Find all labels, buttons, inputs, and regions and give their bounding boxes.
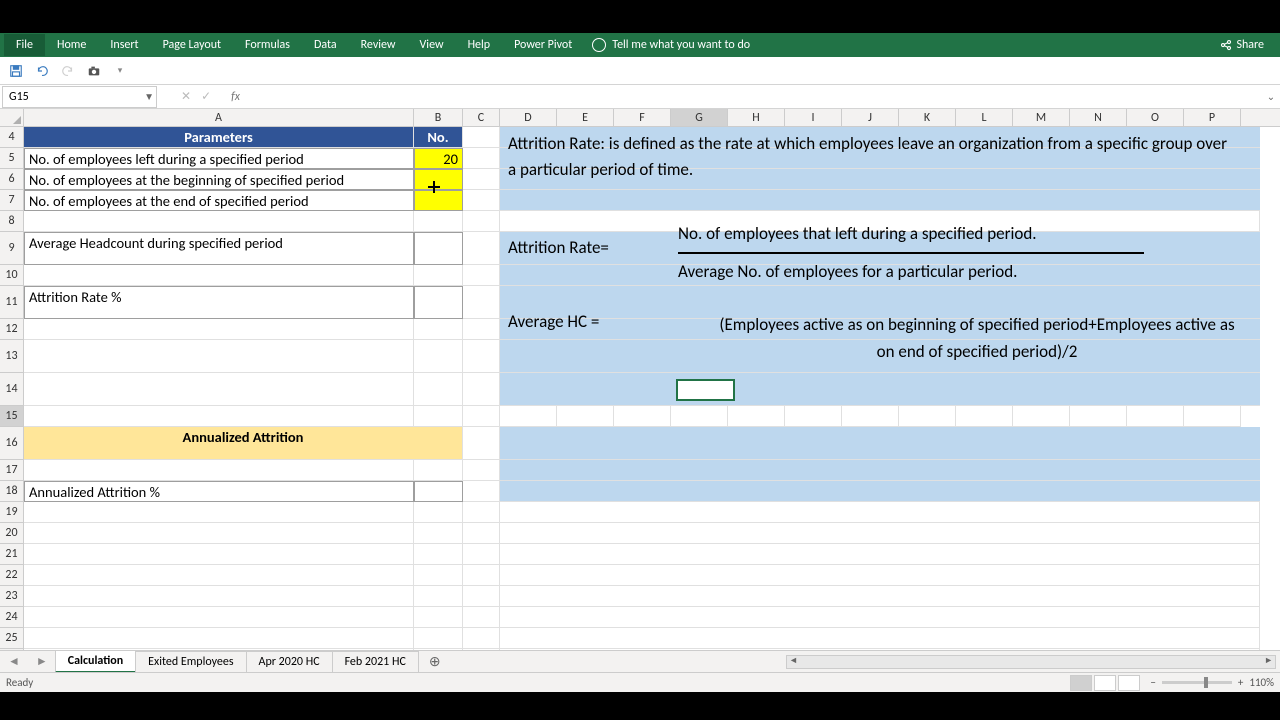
col-header-h[interactable]: H (728, 109, 785, 126)
col-header-n[interactable]: N (1070, 109, 1127, 126)
expand-formula-bar[interactable]: ⌄ (1262, 90, 1280, 103)
col-header-i[interactable]: I (785, 109, 842, 126)
col-header-j[interactable]: J (842, 109, 899, 126)
tell-me[interactable]: Tell me what you want to do (592, 38, 750, 52)
cell-b7[interactable] (414, 190, 463, 211)
enter-icon[interactable]: ✓ (201, 89, 211, 104)
zoom-out[interactable]: − (1150, 676, 1155, 689)
cell-a18[interactable]: Annualized Attrition % (24, 481, 414, 502)
col-header-c[interactable]: C (463, 109, 500, 126)
cell-b5[interactable]: 20 (414, 148, 463, 169)
name-box[interactable]: G15 ▼ (2, 86, 157, 108)
col-header-k[interactable]: K (899, 109, 956, 126)
cell-a6[interactable]: No. of employees at the beginning of spe… (24, 169, 414, 190)
col-header-l[interactable]: L (956, 109, 1013, 126)
add-sheet-button[interactable]: ⊕ (419, 653, 451, 670)
cell-g15[interactable] (671, 406, 728, 427)
cell-a7[interactable]: No. of employees at the end of specified… (24, 190, 414, 211)
cell-b9[interactable] (414, 232, 463, 265)
col-header-m[interactable]: M (1013, 109, 1070, 126)
tab-file[interactable]: File (4, 34, 45, 56)
formula-bar: G15 ▼ ✕ ✓ fx ⌄ (0, 85, 1280, 109)
select-all-corner[interactable] (0, 109, 24, 126)
col-header-a[interactable]: A (24, 109, 414, 126)
sheet-tab-calculation[interactable]: Calculation (55, 650, 136, 673)
col-header-g[interactable]: G (671, 109, 728, 126)
col-header-b[interactable]: B (414, 109, 463, 126)
share-label: Share (1236, 38, 1264, 52)
cell-cursor-icon (428, 181, 440, 193)
col-header-d[interactable]: D (500, 109, 557, 126)
chevron-down-icon: ▼ (144, 90, 154, 103)
redo-button[interactable] (58, 61, 78, 81)
sheet-tabs: ◄ ► Calculation Exited Employees Apr 202… (0, 650, 1280, 672)
name-box-value: G15 (9, 90, 29, 104)
tab-help[interactable]: Help (456, 34, 503, 56)
ribbon: File Home Insert Page Layout Formulas Da… (0, 33, 1280, 57)
active-cell-outline (676, 379, 735, 401)
quick-access-toolbar: ▾ (0, 57, 1280, 85)
tab-data[interactable]: Data (302, 34, 349, 56)
cell-b18[interactable] (414, 481, 463, 502)
tab-insert[interactable]: Insert (98, 34, 150, 56)
save-button[interactable] (6, 61, 26, 81)
tab-page-layout[interactable]: Page Layout (151, 34, 233, 56)
status-ready: Ready (6, 676, 33, 689)
view-normal[interactable] (1070, 675, 1092, 691)
sheet-tab-exited[interactable]: Exited Employees (135, 651, 246, 672)
cancel-icon[interactable]: ✕ (181, 89, 191, 104)
tab-nav-prev[interactable]: ◄ (0, 654, 28, 669)
status-bar: Ready − + 110% (0, 672, 1280, 692)
cell-b11[interactable] (414, 286, 463, 319)
cell-a5[interactable]: No. of employees left during a specified… (24, 148, 414, 169)
share-button[interactable]: Share (1220, 38, 1264, 52)
tab-review[interactable]: Review (349, 34, 408, 56)
zoom-slider[interactable] (1162, 681, 1232, 684)
camera-button[interactable] (84, 61, 104, 81)
share-icon (1220, 39, 1232, 51)
col-header-o[interactable]: O (1127, 109, 1184, 126)
cell-a4[interactable]: Parameters (24, 127, 414, 148)
spreadsheet-grid[interactable]: A B C D E F G H I J K L M N O P 4 Parame… (0, 109, 1280, 650)
view-page-layout[interactable] (1094, 675, 1116, 691)
cell-a11[interactable]: Attrition Rate % (24, 286, 414, 319)
tab-formulas[interactable]: Formulas (233, 34, 302, 56)
tell-me-label: Tell me what you want to do (612, 38, 750, 52)
cell-a16[interactable]: Annualized Attrition (24, 427, 463, 460)
tab-view[interactable]: View (408, 34, 456, 56)
qat-customize[interactable]: ▾ (110, 61, 130, 81)
sheet-tab-apr2020[interactable]: Apr 2020 HC (246, 651, 333, 672)
cell-b4[interactable]: No. (414, 127, 463, 148)
undo-button[interactable] (32, 61, 52, 81)
view-page-break[interactable] (1118, 675, 1140, 691)
col-header-p[interactable]: P (1184, 109, 1241, 126)
tab-home[interactable]: Home (45, 34, 98, 56)
col-header-f[interactable]: F (614, 109, 671, 126)
tab-nav-next[interactable]: ► (28, 654, 56, 669)
zoom-in[interactable]: + (1238, 676, 1243, 689)
col-header-e[interactable]: E (557, 109, 614, 126)
cell-a9[interactable]: Average Headcount during specified perio… (24, 232, 414, 265)
horizontal-scrollbar[interactable] (786, 655, 1276, 669)
lightbulb-icon (592, 38, 606, 52)
zoom-level[interactable]: 110% (1249, 676, 1274, 689)
sheet-tab-feb2021[interactable]: Feb 2021 HC (332, 651, 419, 672)
tab-power-pivot[interactable]: Power Pivot (502, 34, 584, 56)
fx-icon[interactable]: fx (231, 90, 240, 104)
